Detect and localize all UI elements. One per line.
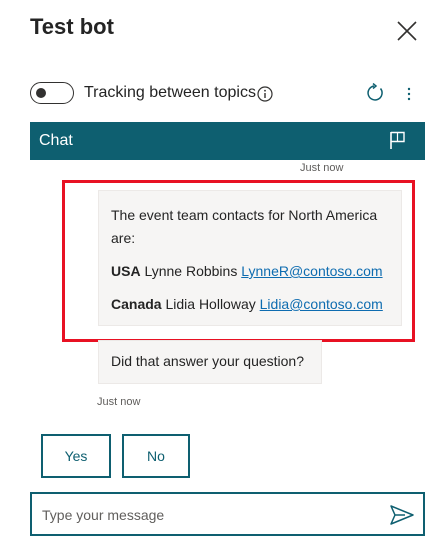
tracking-toggle[interactable]	[30, 82, 74, 104]
highlight-box	[62, 180, 415, 342]
chat-title: Chat	[39, 132, 73, 149]
yes-button[interactable]: Yes	[41, 434, 111, 478]
close-icon[interactable]	[396, 20, 418, 42]
message-input-box	[30, 492, 425, 536]
more-icon[interactable]	[402, 86, 416, 102]
refresh-icon[interactable]	[365, 83, 385, 103]
message-timestamp: Just now	[300, 162, 344, 174]
message-timestamp: Just now	[97, 396, 141, 408]
flag-icon[interactable]	[388, 130, 408, 150]
tracking-label: Tracking between topics	[84, 84, 256, 101]
info-icon[interactable]	[257, 86, 273, 102]
chat-header: Chat	[30, 122, 425, 160]
message-input[interactable]	[40, 502, 374, 528]
toggle-knob	[36, 88, 46, 98]
page-title: Test bot	[30, 14, 114, 39]
send-icon[interactable]	[389, 504, 415, 526]
no-button[interactable]: No	[122, 434, 190, 478]
bot-message-question: Did that answer your question?	[98, 340, 322, 384]
